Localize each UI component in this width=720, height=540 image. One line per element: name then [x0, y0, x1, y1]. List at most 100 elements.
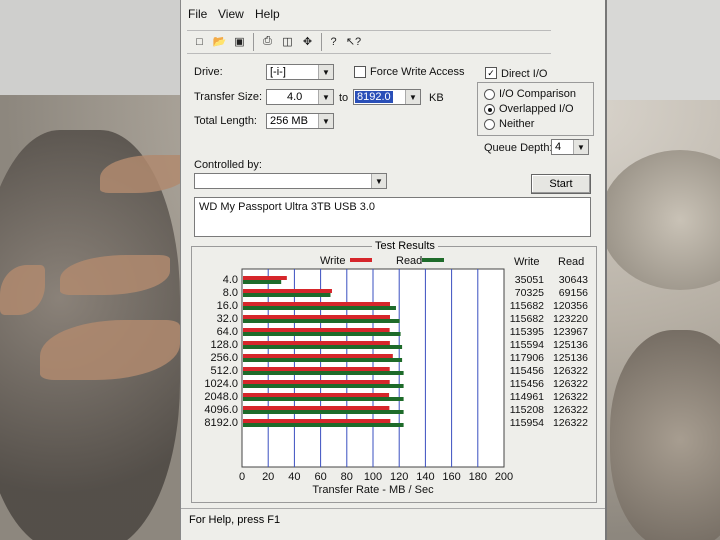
- start-button[interactable]: Start: [531, 174, 591, 194]
- read-bar: [243, 306, 396, 310]
- write-value-label: 115208: [510, 404, 544, 416]
- read-bar: [243, 358, 403, 362]
- menu-help[interactable]: Help: [255, 7, 280, 21]
- controlled-by-select[interactable]: ▼: [194, 173, 387, 189]
- write-bar: [243, 341, 390, 345]
- chevron-down-icon[interactable]: ▼: [371, 174, 386, 188]
- write-bar: [243, 315, 390, 319]
- background-rock: [600, 150, 720, 290]
- chevron-down-icon[interactable]: ▼: [405, 90, 420, 104]
- category-label: 1024.0: [204, 378, 238, 390]
- category-label: 64.0: [217, 326, 238, 338]
- read-value-label: 126322: [553, 365, 588, 377]
- total-length-value: 256 MB: [270, 115, 308, 127]
- test-results-panel: Test Results Write Read 0 20 40 60 80 100 120 1…: [191, 240, 597, 503]
- category-label: 32.0: [217, 313, 238, 325]
- transfer-size-from-select[interactable]: 4.0 ▼: [266, 89, 334, 105]
- write-value-label: 115594: [510, 339, 544, 351]
- write-bar: [243, 328, 390, 332]
- write-value-label: 115954: [510, 417, 544, 429]
- chevron-down-icon[interactable]: ▼: [318, 114, 333, 128]
- drive-label: Drive:: [194, 66, 223, 78]
- print-preview-icon[interactable]: ◫: [279, 33, 296, 50]
- read-value-label: 126322: [553, 417, 588, 429]
- read-value-label: 125136: [553, 352, 588, 364]
- move-icon[interactable]: ✥: [299, 33, 316, 50]
- x-tick-label: 180: [469, 471, 487, 483]
- direct-io-label: Direct I/O: [501, 68, 548, 80]
- x-tick-label: 140: [416, 471, 434, 483]
- read-value-label: 69156: [559, 287, 588, 299]
- read-bar: [243, 371, 404, 375]
- to-label: to: [339, 92, 349, 104]
- force-write-checkbox[interactable]: [354, 66, 366, 78]
- x-tick-label: 0: [239, 471, 245, 483]
- write-bar: [243, 354, 393, 358]
- background-rock: [610, 330, 720, 540]
- status-text: For Help, press F1: [189, 514, 281, 526]
- x-tick-label: 40: [288, 471, 300, 483]
- x-tick-label: 120: [390, 471, 408, 483]
- new-icon[interactable]: □: [191, 33, 208, 50]
- benchmark-window: File View Help □ 📂 ▣ ⎙ ◫ ✥ ? ↖? Drive: […: [180, 0, 607, 540]
- category-label: 128.0: [210, 339, 238, 351]
- chevron-down-icon[interactable]: ▼: [318, 90, 333, 104]
- direct-io-checkbox[interactable]: ✓: [485, 67, 497, 79]
- write-bar: [243, 380, 390, 384]
- category-label: 8.0: [223, 287, 238, 299]
- overlapped-io-label: Overlapped I/O: [499, 103, 574, 115]
- help-icon[interactable]: ?: [325, 33, 342, 50]
- write-bar: [243, 393, 390, 397]
- read-bar: [243, 345, 403, 349]
- read-value-label: 126322: [553, 378, 588, 390]
- menu-file[interactable]: File: [188, 7, 207, 21]
- queue-depth-value: 4: [555, 141, 562, 153]
- total-length-select[interactable]: 256 MB ▼: [266, 113, 334, 129]
- write-value-label: 115456: [510, 378, 544, 390]
- x-tick-label: 160: [442, 471, 460, 483]
- print-icon[interactable]: ⎙: [259, 33, 276, 50]
- context-help-icon[interactable]: ↖?: [345, 33, 362, 50]
- read-bar: [243, 319, 400, 323]
- neither-radio[interactable]: [484, 119, 495, 130]
- transfer-size-to-select[interactable]: 8192.0 ▼: [353, 89, 421, 105]
- description-text: WD My Passport Ultra 3TB USB 3.0: [199, 201, 376, 213]
- read-bar: [243, 293, 331, 297]
- io-comparison-radio[interactable]: [484, 89, 495, 100]
- legend-read-label: Read: [396, 255, 422, 267]
- category-label: 8192.0: [204, 417, 238, 429]
- read-value-label: 120356: [553, 300, 588, 312]
- toolbar: □ 📂 ▣ ⎙ ◫ ✥ ? ↖?: [187, 30, 551, 54]
- read-value-label: 126322: [553, 391, 588, 403]
- force-write-label: Force Write Access: [370, 66, 465, 78]
- save-icon[interactable]: ▣: [231, 33, 248, 50]
- read-value-label: 123220: [553, 313, 588, 325]
- transfer-rate-chart: 0 20 40 60 80 100 120 140 160 180 200 Transfer Rate…: [204, 255, 588, 496]
- read-bar: [243, 280, 282, 284]
- queue-depth-select[interactable]: 4 ▼: [551, 139, 589, 155]
- chevron-down-icon[interactable]: ▼: [573, 140, 588, 154]
- menu-view[interactable]: View: [218, 7, 244, 21]
- menu-bar: File View Help: [181, 4, 605, 24]
- x-tick-label: 200: [495, 471, 513, 483]
- write-bar: [243, 276, 287, 280]
- neither-label: Neither: [499, 118, 535, 130]
- x-tick-label: 80: [341, 471, 353, 483]
- x-axis-label: Transfer Rate - MB / Sec: [312, 484, 434, 496]
- write-value-label: 35051: [515, 274, 544, 286]
- open-icon[interactable]: 📂: [211, 33, 228, 50]
- category-label: 256.0: [210, 352, 238, 364]
- x-tick-label: 60: [314, 471, 326, 483]
- drive-value: [-i-]: [270, 66, 286, 78]
- overlapped-io-radio[interactable]: [484, 104, 495, 115]
- drive-select[interactable]: [-i-] ▼: [266, 64, 334, 80]
- write-bar: [243, 406, 390, 410]
- read-bar: [243, 410, 404, 414]
- transfer-size-label: Transfer Size:: [194, 91, 263, 103]
- category-label: 2048.0: [204, 391, 238, 403]
- chevron-down-icon[interactable]: ▼: [318, 65, 333, 79]
- write-value-label: 115682: [510, 313, 544, 325]
- description-textarea[interactable]: WD My Passport Ultra 3TB USB 3.0: [194, 197, 591, 237]
- write-bar: [243, 302, 390, 306]
- transfer-size-to-value: 8192.0: [355, 91, 393, 103]
